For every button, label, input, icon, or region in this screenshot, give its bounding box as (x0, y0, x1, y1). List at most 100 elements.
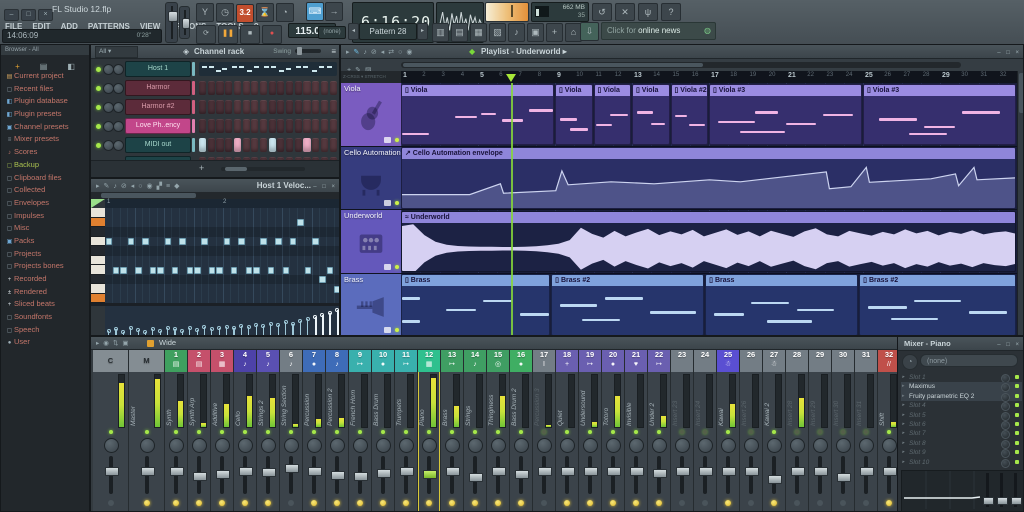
strip-fx-lamp[interactable] (840, 500, 846, 506)
step-cell[interactable] (312, 119, 319, 133)
clip-brass[interactable]: ▯ Brass (705, 274, 858, 336)
mixer-strip-insert-29[interactable]: 29Insert 29 (809, 350, 832, 512)
browser-item-projects[interactable]: ▢Projects (1, 248, 89, 261)
strip-pan-knob[interactable] (140, 438, 155, 453)
strip-pan-knob[interactable] (836, 438, 851, 453)
strip-fx-lamp[interactable] (633, 500, 639, 506)
typing-keyboard-icon[interactable]: ⌨ (306, 2, 324, 21)
strip-fader-handle[interactable] (216, 470, 230, 479)
piano-note[interactable] (157, 267, 164, 274)
mixer-strip-insert-23[interactable]: 23Insert 23 (671, 350, 694, 512)
step-cell[interactable] (243, 81, 250, 95)
news-bar[interactable]: Click for online news ◍ (601, 22, 716, 40)
browser-item-current-project[interactable]: ▤Current project (1, 70, 89, 83)
mixer-header[interactable]: ▸◉⇅▣ Wide (91, 337, 1023, 350)
strip-fx-lamp[interactable] (610, 500, 616, 506)
strip-pan-knob[interactable] (675, 438, 690, 453)
strip-fader-handle[interactable] (768, 475, 782, 484)
mixer-strip-quiet[interactable]: 18+Quiet (556, 350, 579, 512)
rack-menu-icon[interactable]: ≡ (331, 45, 336, 58)
strip-pan-knob[interactable] (629, 438, 644, 453)
step-cell[interactable] (234, 100, 241, 114)
step-cell[interactable] (277, 100, 284, 114)
strip-header[interactable]: 18+ (556, 350, 578, 372)
browser-item-sliced-beats[interactable]: +Sliced beats (1, 298, 89, 311)
browser-item-scores[interactable]: ♪Scores (1, 146, 89, 159)
strip-header[interactable]: 23 (671, 350, 693, 372)
strip-fx-lamp[interactable] (265, 500, 271, 506)
strip-header[interactable]: 10● (372, 350, 394, 372)
step-cell[interactable] (277, 138, 284, 152)
mixer-strip-percussion-3[interactable]: 17IPercussion 3 (533, 350, 556, 512)
clip-brass[interactable]: ▯ Brass (401, 274, 550, 336)
step-cell[interactable] (321, 81, 328, 95)
add-channel-button[interactable]: + (199, 163, 204, 173)
strip-pan-knob[interactable] (882, 438, 897, 453)
slot-expand-icon[interactable]: ▸ (902, 429, 905, 438)
toggle-plugin-icon[interactable]: + (546, 23, 563, 42)
strip-pan-knob[interactable] (261, 438, 276, 453)
strip-led[interactable] (657, 430, 661, 434)
browser-item-user[interactable]: ●User (1, 336, 89, 349)
strip-header[interactable]: 30 (832, 350, 854, 372)
piano-note[interactable] (209, 267, 216, 274)
strip-pan-knob[interactable] (422, 438, 437, 453)
track-mini-icon[interactable] (384, 327, 391, 333)
strip-fx-lamp[interactable] (725, 500, 731, 506)
step-cell[interactable] (269, 100, 276, 114)
piano-note[interactable] (150, 267, 157, 274)
strip-fader-handle[interactable] (883, 467, 897, 476)
plugin-slot-slot-5[interactable]: ▸Slot 5 (901, 411, 1022, 420)
strip-fx-lamp[interactable] (426, 500, 432, 506)
piano-note[interactable] (253, 267, 260, 274)
strip-pan-knob[interactable] (169, 438, 184, 453)
strip-pan-knob[interactable] (238, 438, 253, 453)
strip-led[interactable] (473, 430, 477, 434)
strip-fader-handle[interactable] (653, 469, 667, 478)
browser-item-plugin-presets[interactable]: ◧Plugin presets (1, 108, 89, 121)
channel-button-3[interactable]: Love Ph..ency (125, 118, 191, 134)
channel-rack-header[interactable]: All ▾ ◈ Channel rack Swing ≡ (91, 45, 339, 59)
strip-led[interactable] (565, 430, 569, 434)
browser-item-speech[interactable]: ▢Speech (1, 324, 89, 337)
plugin-panel-header[interactable]: Mixer - Piano ‒ □ × (898, 337, 1023, 351)
slot-expand-icon[interactable]: ▸ (902, 401, 905, 410)
step-cell[interactable] (216, 100, 223, 114)
slot-enable-led[interactable] (1015, 422, 1019, 426)
strip-pan-knob[interactable] (104, 438, 119, 453)
slot-expand-icon[interactable]: ▸ (902, 392, 905, 401)
pattern-next-icon[interactable]: ▸ (417, 23, 428, 40)
strip-fx-lamp[interactable] (108, 500, 114, 506)
download-icon[interactable]: ⇩ (580, 22, 599, 41)
strip-fader-handle[interactable] (170, 467, 184, 476)
browser-item-misc[interactable]: ▢Misc (1, 222, 89, 235)
channel-mute-strip[interactable] (192, 100, 195, 114)
eq-preview[interactable] (901, 470, 1024, 512)
strip-pan-knob[interactable] (353, 438, 368, 453)
playlist-tool-5[interactable]: ⇄ (388, 46, 394, 59)
toggle-playlist-icon[interactable]: ▧ (489, 23, 506, 42)
strip-fx-lamp[interactable] (334, 500, 340, 506)
strip-pan-knob[interactable] (583, 438, 598, 453)
mixer-strip-bass-drum-2[interactable]: 16●Bass Drum 2 (510, 350, 533, 512)
playlist-scrollbar[interactable] (401, 62, 961, 68)
main-volume-slider[interactable] (165, 2, 178, 43)
strip-fader-handle[interactable] (400, 467, 414, 476)
record-button[interactable]: ● (262, 25, 282, 44)
strip-header[interactable]: 27☃ (763, 350, 785, 372)
lane-brass[interactable]: ▯ Brass▯ Brass #2▯ Brass▯ Brass #2 (401, 274, 1017, 337)
strip-header[interactable]: 28 (786, 350, 808, 372)
piano-note[interactable] (290, 238, 297, 245)
velocity-marker[interactable] (322, 315, 324, 336)
strip-header[interactable]: 1▤ (165, 350, 187, 372)
track-mini-icon[interactable] (384, 137, 391, 143)
strip-fx-lamp[interactable] (288, 500, 294, 506)
channel-mute-strip[interactable] (192, 119, 195, 133)
piano-key[interactable] (91, 275, 105, 285)
lane-underworld[interactable]: ≈ Underworld (401, 210, 1017, 274)
strip-led[interactable] (427, 430, 431, 434)
piano-key[interactable] (91, 218, 105, 228)
piano-roll-ruler[interactable]: 1 2 (105, 199, 340, 208)
rack-scrollbar[interactable] (221, 167, 305, 171)
strip-fader-handle[interactable] (860, 467, 874, 476)
